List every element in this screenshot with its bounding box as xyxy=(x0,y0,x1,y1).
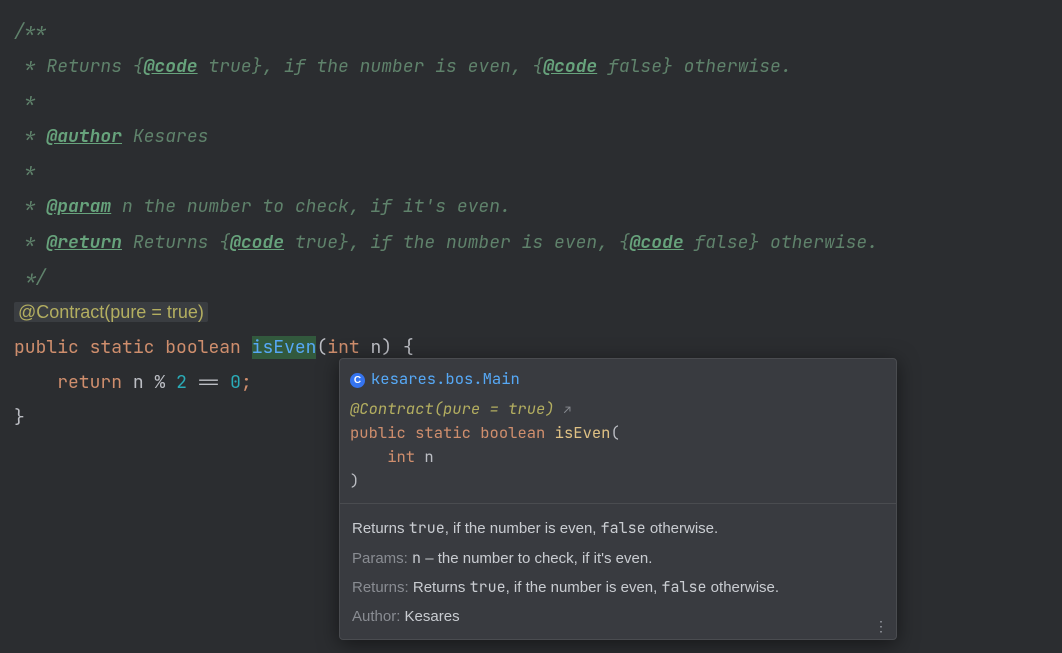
code-tag: @code xyxy=(144,55,198,78)
popup-signature: @Contract(pure = true) ↗public static bo… xyxy=(340,393,896,503)
contract-annotation: @Contract(pure = true) xyxy=(14,302,208,322)
javadoc-line: * Returns {@code true}, if the number is… xyxy=(14,55,792,78)
class-icon: C xyxy=(350,373,365,388)
author-line: Author: Kesares xyxy=(352,603,884,632)
documentation-popup[interactable]: Ckesares.bos.Main @Contract(pure = true)… xyxy=(339,358,897,640)
more-options-icon[interactable]: ⋮ xyxy=(874,619,888,633)
params-line: Params: n – the number to check, if it's… xyxy=(352,544,884,574)
javadoc-close: */ xyxy=(14,266,46,289)
javadoc-star: * xyxy=(14,160,36,183)
javadoc-author: * @author Kesares xyxy=(14,125,208,148)
param-tag: @param xyxy=(46,195,111,218)
javadoc-return: * @return Returns {@code true}, if the n… xyxy=(14,231,878,254)
code-tag: @code xyxy=(543,55,597,78)
returns-line: Returns: Returns true, if the number is … xyxy=(352,573,884,603)
external-link-icon[interactable]: ↗ xyxy=(564,402,571,418)
javadoc-open: /** xyxy=(14,20,46,43)
author-tag: @author xyxy=(46,125,122,148)
code-tag: @code xyxy=(630,231,684,254)
popup-breadcrumb: Ckesares.bos.Main xyxy=(340,359,896,393)
code-tag: @code xyxy=(230,231,284,254)
return-tag: @return xyxy=(46,231,122,254)
method-name[interactable]: isEven xyxy=(252,336,317,359)
class-fqn[interactable]: kesares.bos.Main xyxy=(371,368,520,389)
method-signature: public static boolean isEven(int n) { xyxy=(14,336,414,359)
desc-line: Returns true, if the number is even, fal… xyxy=(352,514,884,544)
close-brace: } xyxy=(14,406,25,429)
javadoc-star: * xyxy=(14,90,36,113)
javadoc-param: * @param n the number to check, if it's … xyxy=(14,195,511,218)
method-body: return n % 2 == 0; xyxy=(14,371,252,394)
popup-description: Returns true, if the number is even, fal… xyxy=(340,503,896,639)
